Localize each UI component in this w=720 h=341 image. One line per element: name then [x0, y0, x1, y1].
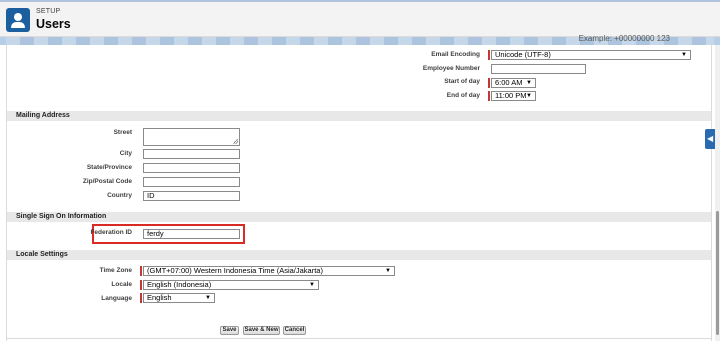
save-button[interactable]: Save — [220, 326, 239, 335]
employee-number-label: Employee Number — [422, 65, 480, 72]
city-input[interactable] — [143, 149, 240, 159]
page-title: Users — [36, 17, 71, 31]
page-header: SETUP Users — [0, 0, 720, 37]
country-label: Country — [107, 192, 132, 199]
chevron-down-icon: ▼ — [309, 282, 315, 288]
language-select[interactable]: English ▼ — [143, 293, 215, 303]
section-mailing-address: Mailing Address — [7, 111, 711, 121]
street-label: Street — [113, 129, 132, 136]
end-of-day-select[interactable]: 11:00 PM ▼ — [491, 91, 536, 101]
chevron-down-icon: ▼ — [526, 80, 532, 86]
locale-label: Locale — [111, 281, 132, 288]
email-encoding-label: Email Encoding — [431, 51, 480, 58]
country-input[interactable]: ID — [143, 191, 240, 201]
city-label: City — [119, 150, 132, 157]
locale-select[interactable]: English (Indonesia) ▼ — [143, 280, 319, 290]
time-zone-select[interactable]: (GMT+07:00) Western Indonesia Time (Asia… — [143, 266, 395, 276]
cancel-button[interactable]: Cancel — [283, 326, 306, 335]
language-label: Language — [101, 295, 132, 302]
scrollbar-thumb[interactable] — [716, 211, 719, 335]
chevron-down-icon: ▼ — [681, 52, 687, 58]
employee-number-input[interactable] — [491, 64, 586, 74]
user-icon — [6, 8, 30, 32]
time-zone-label: Time Zone — [99, 267, 132, 274]
required-indicator — [140, 293, 142, 303]
required-indicator — [488, 50, 490, 60]
email-encoding-select[interactable]: Unicode (UTF-8) ▼ — [491, 50, 691, 60]
save-and-new-button[interactable]: Save & New — [243, 326, 280, 335]
start-of-day-label: Start of day — [444, 78, 480, 85]
required-indicator — [488, 91, 490, 101]
section-locale-settings: Locale Settings — [7, 250, 711, 260]
required-indicator — [140, 280, 142, 290]
street-textarea[interactable] — [143, 128, 240, 146]
federation-id-input[interactable]: ferdy — [143, 229, 240, 239]
resize-handle[interactable] — [233, 139, 238, 144]
header-eyebrow: SETUP — [36, 8, 61, 15]
federation-id-label: Federation ID — [90, 229, 132, 236]
phone-example-text: Example: +00000000 123 — [578, 34, 670, 43]
zip-input[interactable] — [143, 177, 240, 187]
header-band: Example: +00000000 123 — [0, 34, 720, 45]
start-of-day-select[interactable]: 6:00 AM ▼ — [491, 78, 536, 88]
required-indicator — [140, 266, 142, 276]
state-input[interactable] — [143, 163, 240, 173]
chevron-down-icon: ▼ — [526, 93, 532, 99]
zip-label: Zip/Postal Code — [82, 178, 132, 185]
sidebar-toggle[interactable]: ◀ — [705, 129, 715, 149]
chevron-left-icon: ◀ — [707, 134, 714, 143]
section-sso: Single Sign On Information — [7, 212, 711, 222]
divider — [6, 338, 712, 339]
chevron-down-icon: ▼ — [205, 295, 211, 301]
state-label: State/Province — [86, 164, 132, 171]
required-indicator — [488, 78, 490, 88]
end-of-day-label: End of day — [446, 92, 480, 99]
chevron-down-icon: ▼ — [385, 268, 391, 274]
